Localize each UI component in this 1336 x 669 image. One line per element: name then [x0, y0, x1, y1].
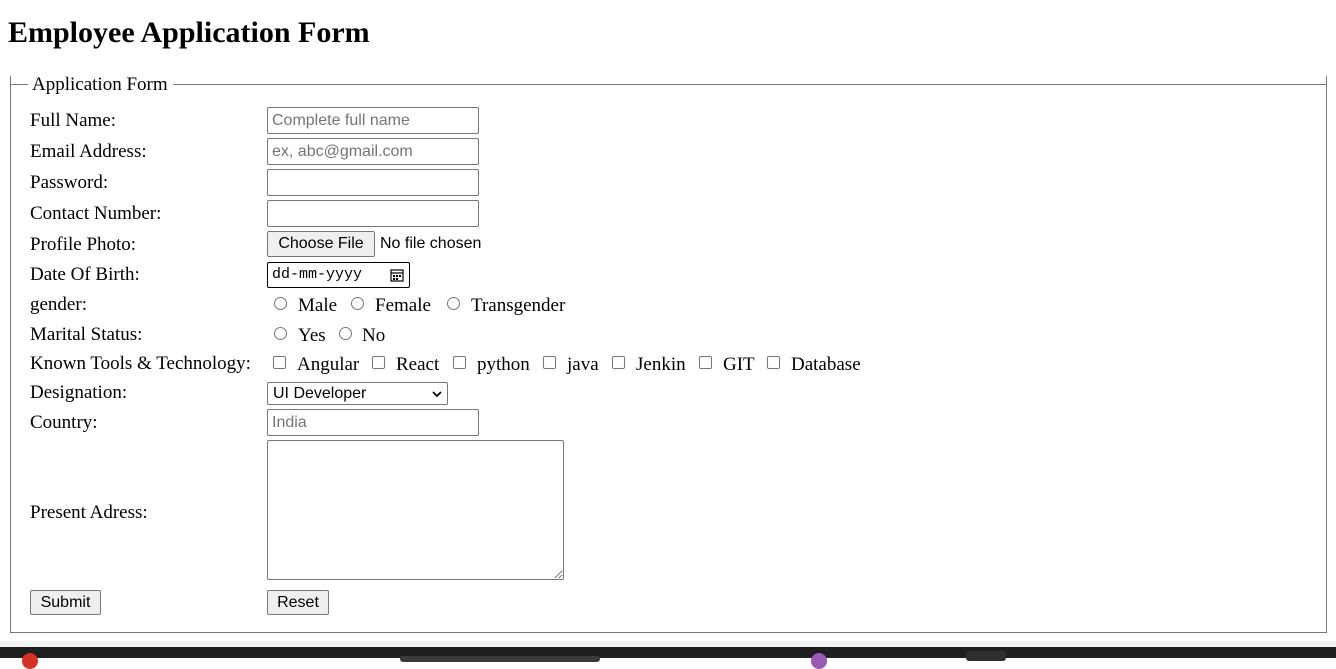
marital-yes-radio[interactable]: [274, 327, 287, 340]
gender-female-radio[interactable]: [351, 297, 364, 310]
calendar-icon[interactable]: [390, 268, 404, 282]
password-label: Password:: [30, 172, 109, 193]
tool-jenkin-label: Jenkin: [636, 354, 686, 375]
designation-label: Designation:: [30, 382, 128, 403]
tool-python-checkbox[interactable]: [453, 356, 466, 369]
tool-angular-label: Angular: [297, 354, 360, 375]
password-input[interactable]: [267, 169, 479, 196]
fieldset-border-left: [10, 84, 28, 85]
tool-angular-checkbox[interactable]: [273, 356, 286, 369]
tool-java-label: java: [567, 354, 599, 375]
full-name-label: Full Name:: [30, 110, 117, 131]
date-placeholder: dd-mm-yyyy: [272, 266, 363, 283]
marital-status-label: Marital Status:: [30, 324, 143, 345]
date-of-birth-input[interactable]: dd-mm-yyyy: [267, 262, 410, 288]
tool-react-label: React: [396, 354, 440, 375]
contact-number-label: Contact Number:: [30, 203, 162, 224]
chevron-down-icon: [432, 391, 442, 398]
choose-file-button[interactable]: Choose File: [267, 231, 375, 257]
gender-male-radio[interactable]: [274, 297, 287, 310]
email-label: Email Address:: [30, 141, 147, 162]
known-tools-label: Known Tools & Technology:: [30, 353, 251, 374]
submit-button[interactable]: Submit: [30, 590, 101, 615]
file-status-text: No file chosen: [380, 235, 482, 252]
tool-git-checkbox[interactable]: [699, 356, 712, 369]
marital-yes-label: Yes: [298, 325, 326, 346]
gender-female-label: Female: [375, 295, 431, 316]
fieldset-border-right: [173, 84, 1327, 85]
taskbar-app-icon[interactable]: [22, 653, 38, 669]
reset-button[interactable]: Reset: [267, 590, 329, 615]
present-address-label: Present Adress:: [30, 502, 148, 523]
tool-react-checkbox[interactable]: [372, 356, 385, 369]
fieldset-legend: Application Form: [32, 74, 168, 95]
designation-selected-value: UI Developer: [273, 385, 367, 402]
gender-male-label: Male: [298, 295, 338, 316]
tool-jenkin-checkbox[interactable]: [612, 356, 625, 369]
tool-database-label: Database: [791, 354, 861, 375]
gender-transgender-radio[interactable]: [447, 297, 460, 310]
gender-transgender-label: Transgender: [471, 295, 566, 316]
taskbar: [0, 647, 1336, 658]
page-title: Employee Application Form: [8, 16, 370, 49]
marital-no-label: No: [362, 325, 386, 346]
contact-number-input[interactable]: [267, 200, 479, 227]
email-input[interactable]: [267, 138, 479, 165]
taskbar-search-bar[interactable]: [400, 656, 600, 662]
gender-label: gender:: [30, 294, 87, 315]
country-input[interactable]: [267, 409, 479, 436]
tool-git-label: GIT: [723, 354, 755, 375]
taskbar-app-icon[interactable]: [966, 651, 1006, 661]
tool-python-label: python: [477, 354, 530, 375]
designation-select[interactable]: UI Developer: [267, 382, 448, 405]
marital-no-radio[interactable]: [339, 327, 352, 340]
taskbar-app-icon[interactable]: [811, 653, 827, 669]
present-address-textarea[interactable]: [267, 440, 564, 580]
profile-photo-label: Profile Photo:: [30, 234, 137, 255]
country-label: Country:: [30, 412, 98, 433]
tool-database-checkbox[interactable]: [767, 356, 780, 369]
full-name-input[interactable]: [267, 107, 479, 134]
tool-java-checkbox[interactable]: [543, 356, 556, 369]
date-of-birth-label: Date Of Birth:: [30, 264, 140, 285]
